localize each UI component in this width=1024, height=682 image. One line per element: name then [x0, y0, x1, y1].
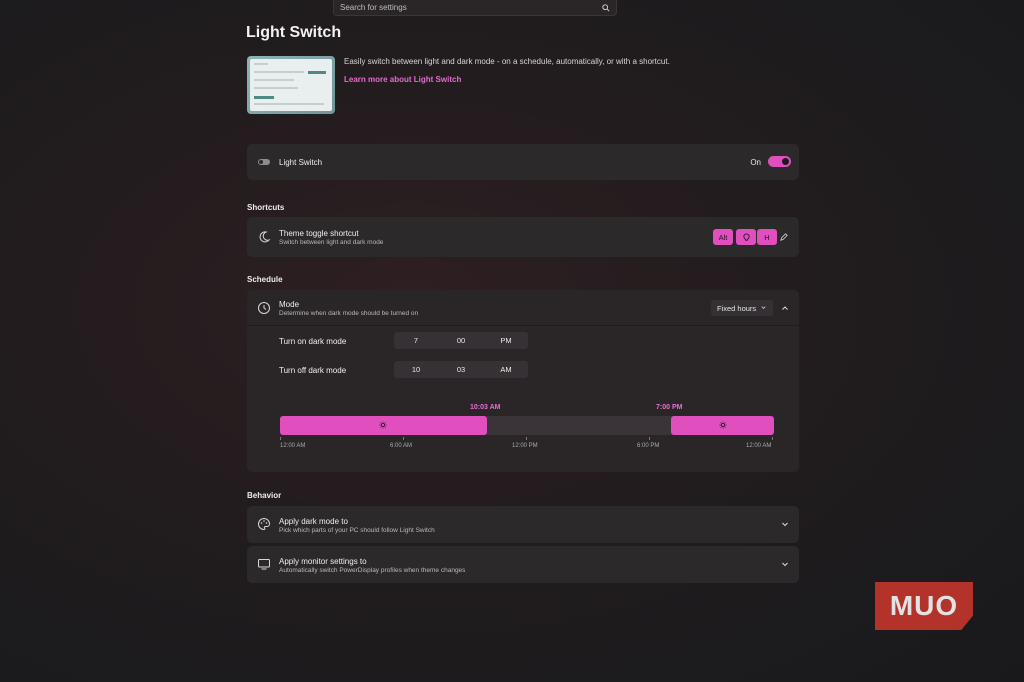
- tick: [772, 437, 773, 440]
- chevron-down-icon[interactable]: [781, 560, 789, 568]
- clock-icon: [258, 302, 270, 314]
- light-switch-toggle[interactable]: [768, 156, 791, 167]
- light-start-label: 10:03 AM: [470, 404, 501, 411]
- enable-label: Light Switch: [279, 158, 323, 167]
- shortcut-title: Theme toggle shortcut: [279, 229, 359, 238]
- key-alt: Alt: [713, 229, 733, 245]
- apply-dark-mode-row[interactable]: Apply dark mode to Pick which parts of y…: [247, 506, 799, 543]
- turn-on-label: Turn on dark mode: [279, 337, 347, 346]
- collapse-chevron-up-icon[interactable]: [781, 304, 789, 312]
- schedule-heading: Schedule: [247, 275, 283, 284]
- off-minute: 03: [456, 365, 466, 374]
- hero-image: [247, 56, 335, 114]
- moon-icon: [259, 231, 271, 243]
- enable-card: Light Switch On: [247, 144, 799, 180]
- off-hour: 10: [411, 365, 421, 374]
- off-period: AM: [500, 365, 512, 374]
- chevron-down-icon[interactable]: [781, 520, 789, 528]
- palette-icon: [258, 517, 271, 531]
- page-title: Light Switch: [246, 24, 342, 41]
- key-symbol-icon: [742, 232, 750, 241]
- shortcut-subtitle: Switch between light and dark mode: [279, 239, 384, 246]
- tick: [280, 437, 281, 440]
- tick-label: 12:00 PM: [512, 443, 538, 449]
- mode-row: Mode Determine when dark mode should be …: [247, 290, 799, 326]
- dark-segment-morning: [280, 416, 487, 435]
- turn-on-time-picker[interactable]: 7 00 PM: [394, 332, 528, 349]
- edit-pencil-icon[interactable]: [780, 233, 788, 241]
- tick: [526, 437, 527, 440]
- mode-dropdown-value: Fixed hours: [717, 303, 757, 313]
- tick-label: 12:00 AM: [280, 443, 306, 449]
- muo-watermark-logo: MUO: [875, 582, 973, 630]
- learn-more-link[interactable]: Learn more about Light Switch: [344, 75, 461, 84]
- search-icon: [602, 3, 610, 12]
- sun-icon: [379, 421, 387, 429]
- shortcuts-heading: Shortcuts: [247, 203, 285, 212]
- apply-dark-subtitle: Pick which parts of your PC should follo…: [279, 527, 435, 534]
- toggle-icon: [258, 159, 270, 165]
- key-win: [736, 229, 756, 245]
- mode-subtitle: Determine when dark mode should be turne…: [279, 310, 419, 317]
- dark-segment-evening: [671, 416, 774, 435]
- search-box[interactable]: Search for settings: [333, 0, 617, 16]
- apply-monitor-title: Apply monitor settings to: [279, 557, 367, 566]
- tick: [403, 437, 404, 440]
- chevron-down-icon: [761, 306, 766, 309]
- apply-dark-title: Apply dark mode to: [279, 517, 348, 526]
- tick-label: 12:00 AM: [746, 443, 772, 449]
- sun-icon: [719, 421, 727, 429]
- turn-off-label: Turn off dark mode: [279, 366, 347, 375]
- turn-off-time-picker[interactable]: 10 03 AM: [394, 361, 528, 378]
- dark-start-label: 7:00 PM: [656, 404, 683, 411]
- page-description: Easily switch between light and dark mod…: [344, 57, 670, 66]
- monitor-icon: [258, 559, 270, 570]
- tick-label: 6:00 AM: [390, 443, 413, 449]
- on-period: PM: [500, 336, 512, 345]
- shortcut-card: Theme toggle shortcut Switch between lig…: [247, 217, 799, 257]
- tick: [649, 437, 650, 440]
- behavior-heading: Behavior: [247, 491, 282, 500]
- key-h: H: [757, 229, 777, 245]
- mode-title: Mode: [279, 300, 300, 309]
- search-input[interactable]: Search for settings: [340, 3, 602, 12]
- toggle-state-label: On: [750, 158, 761, 167]
- apply-monitor-settings-row[interactable]: Apply monitor settings to Automatically …: [247, 546, 799, 583]
- tick-label: 6:00 PM: [637, 443, 660, 449]
- on-minute: 00: [456, 336, 466, 345]
- apply-monitor-subtitle: Automatically switch PowerDisplay profil…: [279, 567, 466, 574]
- on-hour: 7: [413, 336, 419, 345]
- mode-dropdown[interactable]: Fixed hours: [711, 300, 773, 316]
